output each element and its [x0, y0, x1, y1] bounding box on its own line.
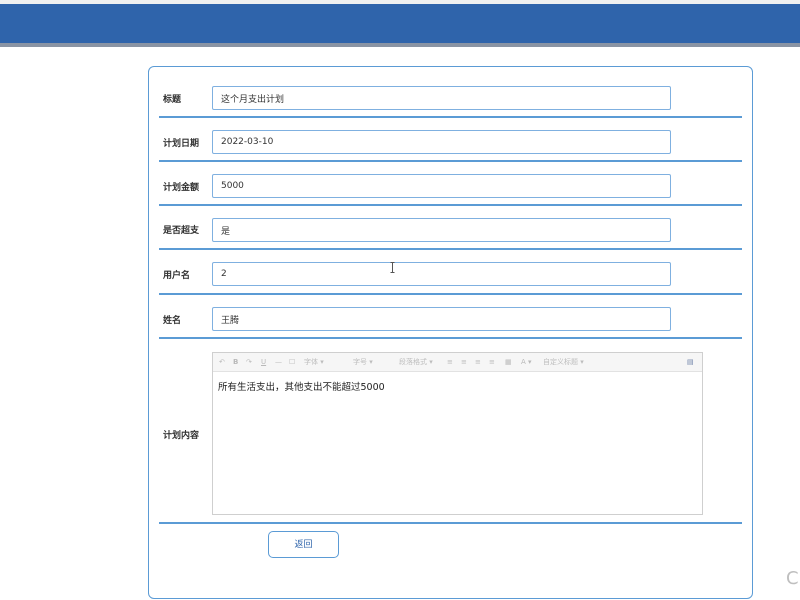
plan-date-label: 计划日期: [163, 139, 200, 149]
table-icon[interactable]: ▦: [505, 356, 512, 368]
back-button[interactable]: 返回: [268, 531, 339, 558]
name-field[interactable]: [212, 307, 671, 331]
row-divider: [159, 337, 742, 339]
overspend-label: 是否超支: [163, 226, 200, 236]
header-shadow: [0, 43, 800, 47]
bold-icon[interactable]: B: [233, 356, 238, 368]
custom-heading-select[interactable]: 自定义标题 ▾: [543, 357, 584, 368]
top-header-bar: [0, 0, 800, 47]
title-field[interactable]: [212, 86, 671, 110]
name-label: 姓名: [163, 316, 182, 326]
plan-content-label: 计划内容: [163, 431, 200, 441]
plan-content-text[interactable]: 所有生活支出，其他支出不能超过5000: [218, 379, 385, 393]
font-family-select[interactable]: 字体 ▾: [304, 357, 324, 368]
row-divider: [159, 293, 742, 295]
align-justify-icon[interactable]: ≡: [489, 356, 495, 368]
plan-amount-field[interactable]: [212, 174, 671, 198]
editor-toolbar: ↶ B ↷ U — ☐ 字体 ▾ 字号 ▾ 段落格式 ▾ ≡ ≡ ≡ ≡ ▦ A…: [213, 353, 702, 372]
username-label: 用户名: [163, 271, 191, 281]
corner-partial-text: C: [786, 568, 799, 589]
text-cursor-icon: [390, 262, 395, 273]
overspend-field[interactable]: [212, 218, 671, 242]
username-field[interactable]: [212, 262, 671, 286]
paragraph-format-select[interactable]: 段落格式 ▾: [399, 357, 433, 368]
align-left-icon[interactable]: ≡: [447, 356, 453, 368]
title-label: 标题: [163, 95, 182, 105]
row-divider: [159, 116, 742, 118]
row-divider: [159, 522, 742, 524]
header-fill: [0, 4, 800, 43]
font-color-icon[interactable]: A ▾: [521, 356, 532, 368]
row-divider: [159, 204, 742, 206]
plan-date-field[interactable]: [212, 130, 671, 154]
align-right-icon[interactable]: ≡: [475, 356, 481, 368]
detail-form-panel: 标题 计划日期 计划金额 是否超支 用户名 姓名 计划内容 ↶ B ↷ U — …: [148, 66, 753, 599]
row-divider: [159, 160, 742, 162]
horizontal-rule-icon[interactable]: —: [275, 356, 282, 368]
undo-icon[interactable]: ↶: [219, 356, 225, 368]
row-divider: [159, 248, 742, 250]
underline-icon[interactable]: U: [261, 356, 266, 368]
font-size-select[interactable]: 字号 ▾: [353, 357, 373, 368]
plan-content-editor[interactable]: ↶ B ↷ U — ☐ 字体 ▾ 字号 ▾ 段落格式 ▾ ≡ ≡ ≡ ≡ ▦ A…: [212, 352, 703, 515]
plan-amount-label: 计划金额: [163, 183, 200, 193]
redo-icon[interactable]: ↷: [246, 356, 252, 368]
clear-format-icon[interactable]: ☐: [289, 356, 295, 368]
align-center-icon[interactable]: ≡: [461, 356, 467, 368]
fullscreen-icon[interactable]: ▤: [687, 356, 694, 368]
